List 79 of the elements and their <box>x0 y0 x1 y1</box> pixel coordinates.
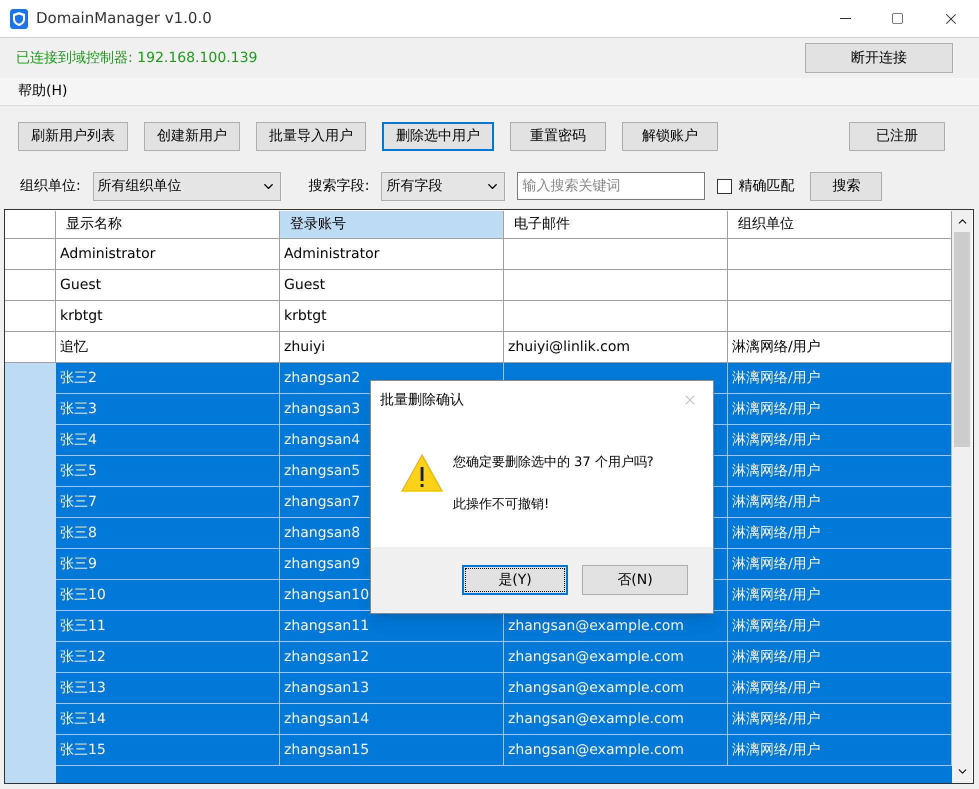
table-cell: 张三13 <box>56 673 280 704</box>
table-cell: 张三10 <box>56 580 280 611</box>
row-header[interactable] <box>5 270 56 301</box>
table-cell: zhangsan@example.com <box>504 642 728 673</box>
table-cell: zhangsan@example.com <box>504 704 728 735</box>
table-cell: 张三9 <box>56 549 280 580</box>
exact-match-checkbox[interactable]: 精确匹配 <box>717 176 794 196</box>
table-cell: 张三5 <box>56 456 280 487</box>
table-cell: 张三14 <box>56 704 280 735</box>
table-cell: Administrator <box>280 239 504 270</box>
field-dropdown[interactable]: 所有字段 <box>381 172 506 200</box>
connection-status: 已连接到域控制器: 192.168.100.139 <box>16 48 258 68</box>
scrollbar[interactable] <box>952 210 972 783</box>
field-label: 组织单位: <box>20 176 81 196</box>
dialog-button[interactable]: 是(Y) <box>462 565 568 595</box>
table-cell: Guest <box>280 270 504 301</box>
ou-dropdown[interactable]: 所有组织单位 <box>92 172 281 200</box>
table-cell: 淋漓网络/用户 <box>728 735 952 766</box>
table-cell: 张三7 <box>56 487 280 518</box>
table-cell: 张三4 <box>56 425 280 456</box>
toolbar-button[interactable]: 重置密码 <box>510 122 606 151</box>
disconnect-button[interactable]: 断开连接 <box>805 43 953 73</box>
table-cell: zhangsan11 <box>280 611 504 642</box>
row-header[interactable] <box>5 301 56 332</box>
toolbar-button[interactable]: 创建新用户 <box>144 122 240 151</box>
column-header[interactable]: 显示名称 <box>56 211 280 239</box>
window-title: DomainManager v1.0.0 <box>36 8 212 30</box>
table-cell: 张三3 <box>56 394 280 425</box>
table-cell: zhuiyi@linlik.com <box>504 332 728 363</box>
table-cell: 淋漓网络/用户 <box>728 518 952 549</box>
menu-item[interactable]: 帮助(H) <box>0 81 86 102</box>
column-header[interactable]: 电子邮件 <box>504 211 728 239</box>
table-cell: 淋漓网络/用户 <box>728 704 952 735</box>
table-cell: 淋漓网络/用户 <box>728 394 952 425</box>
table-cell: 淋漓网络/用户 <box>728 611 952 642</box>
table-cell: Administrator <box>56 239 280 270</box>
table-cell: zhuiyi <box>280 332 504 363</box>
table-cell: 张三8 <box>56 518 280 549</box>
table-cell: krbtgt <box>280 301 504 332</box>
toolbar-button[interactable]: 批量导入用户 <box>256 122 366 151</box>
row-header[interactable] <box>5 332 56 363</box>
table-cell: zhangsan12 <box>280 642 504 673</box>
field-label: 搜索字段: <box>308 176 370 196</box>
table-cell: krbtgt <box>56 301 280 332</box>
toolbar-button[interactable]: 解锁账户 <box>622 122 718 151</box>
table-cell: zhangsan14 <box>280 704 504 735</box>
search-field[interactable]: 输入搜索关键词 <box>517 172 706 200</box>
warning-icon <box>401 453 443 493</box>
table-cell: zhangsan@example.com <box>504 673 728 704</box>
table-cell: 淋漓网络/用户 <box>728 363 952 394</box>
dialog-button[interactable]: 否(N) <box>582 565 688 595</box>
table-cell: 张三15 <box>56 735 280 766</box>
toolbar-button[interactable]: 删除选中用户 <box>382 122 494 151</box>
register-button[interactable]: 已注册 <box>849 122 945 151</box>
table-cell: zhangsan@example.com <box>504 735 728 766</box>
table-cell: zhangsan15 <box>280 735 504 766</box>
table-cell: 淋漓网络/用户 <box>728 425 952 456</box>
column-header[interactable]: 登录账号 <box>280 211 504 239</box>
table-cell: 张三11 <box>56 611 280 642</box>
minimize-icon <box>840 18 850 19</box>
table-cell: 追忆 <box>56 332 280 363</box>
search-button[interactable]: 搜索 <box>810 172 882 200</box>
column-header[interactable]: 组织单位 <box>728 211 952 239</box>
table-cell: Guest <box>56 270 280 301</box>
table-cell: 淋漓网络/用户 <box>728 549 952 580</box>
table-cell: 淋漓网络/用户 <box>728 642 952 673</box>
table-cell: 张三12 <box>56 642 280 673</box>
table-cell: zhangsan13 <box>280 673 504 704</box>
row-header[interactable] <box>5 239 56 270</box>
table-cell: 张三2 <box>56 363 280 394</box>
table-cell: 淋漓网络/用户 <box>728 487 952 518</box>
toolbar-button[interactable]: 刷新用户列表 <box>18 122 128 151</box>
shield-icon <box>10 8 28 28</box>
table-cell: 淋漓网络/用户 <box>728 673 952 704</box>
maximize-icon <box>890 12 904 25</box>
table-cell: 淋漓网络/用户 <box>728 456 952 487</box>
table-cell: 淋漓网络/用户 <box>728 580 952 611</box>
table-cell: 淋漓网络/用户 <box>728 332 952 363</box>
table-cell: zhangsan@example.com <box>504 611 728 642</box>
